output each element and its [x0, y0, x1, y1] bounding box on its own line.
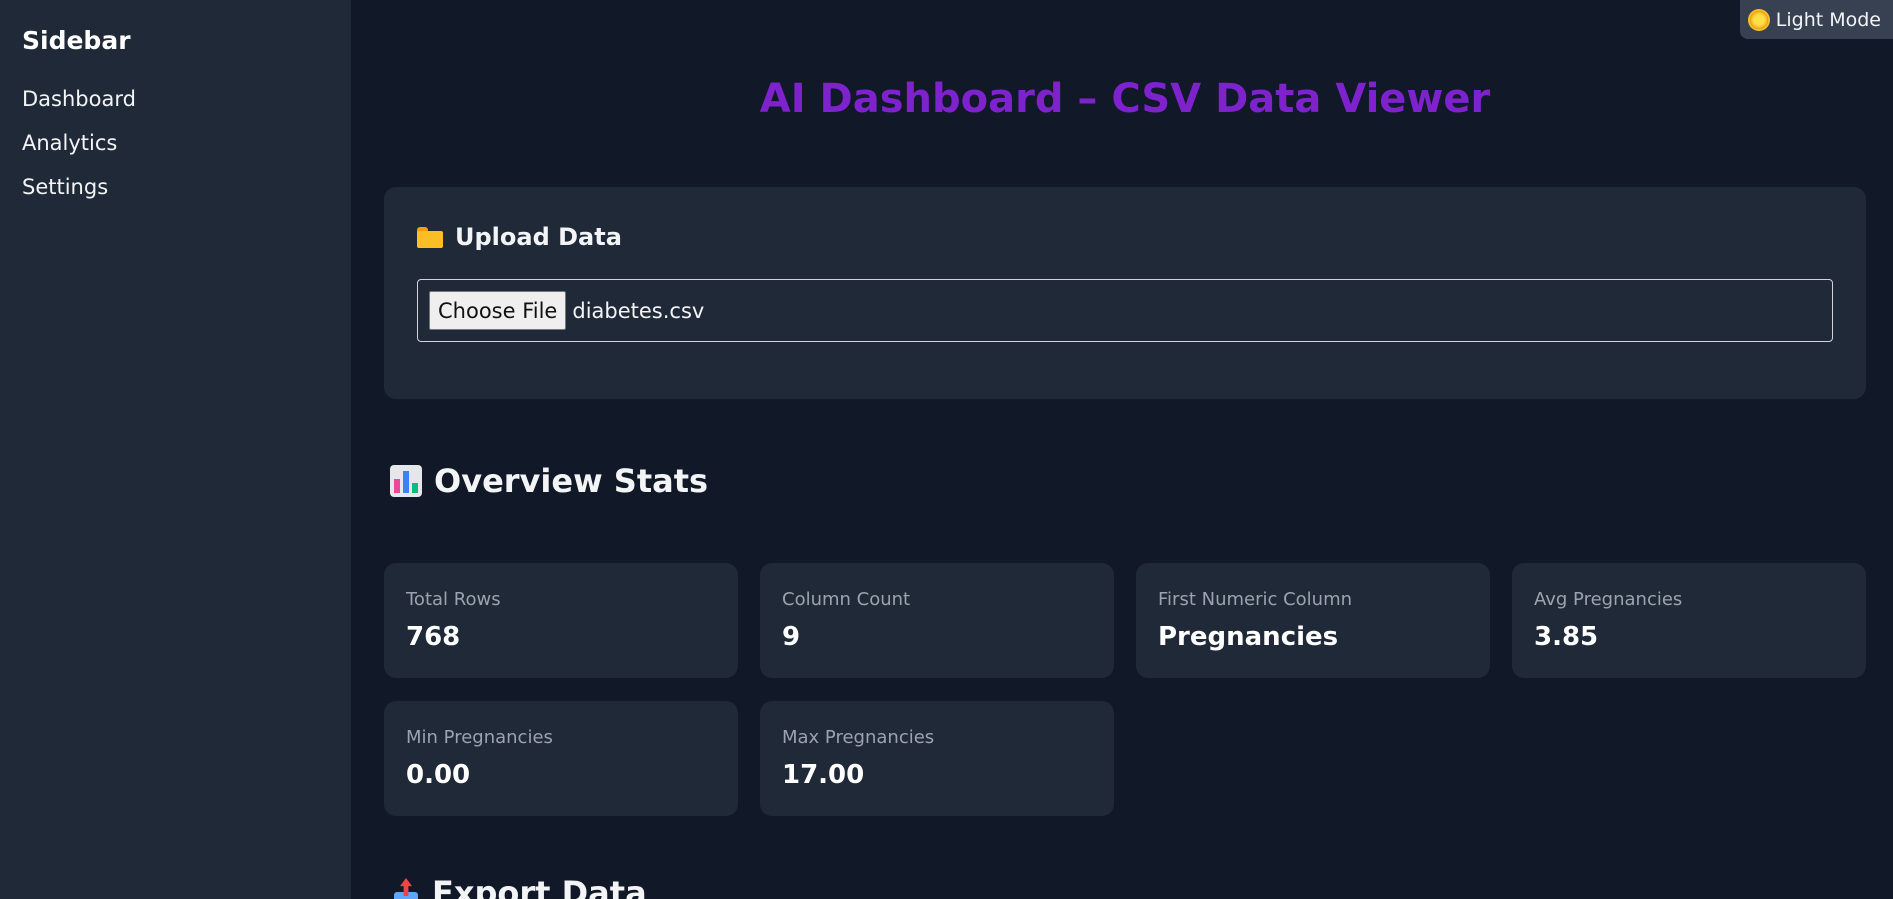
overview-heading: Overview Stats: [384, 461, 1866, 501]
theme-toggle-button[interactable]: Light Mode: [1739, 0, 1893, 39]
stat-label: Min Pregnancies: [406, 727, 553, 748]
page-title: AI Dashboard – CSV Data Viewer: [759, 76, 1491, 122]
stat-card-column-count: Column Count 9: [760, 563, 1114, 678]
bar-chart-icon: [390, 465, 422, 497]
sidebar-item-analytics[interactable]: Analytics: [22, 121, 329, 165]
choose-file-button[interactable]: Choose File: [429, 291, 567, 330]
stat-card-first-numeric-column: First Numeric Column Pregnancies: [1136, 563, 1490, 678]
main-content: Light Mode AI Dashboard – CSV Data Viewe…: [351, 0, 1893, 899]
sidebar-title: Sidebar: [22, 26, 131, 55]
sun-icon: [1749, 10, 1768, 29]
file-input[interactable]: Choose File diabetes.csv: [417, 279, 1833, 342]
app: Sidebar Dashboard Analytics Settings Lig…: [0, 0, 1893, 899]
outbox-tray-icon: [392, 878, 420, 899]
theme-toggle-label: Light Mode: [1775, 8, 1881, 31]
stat-value: 3.85: [1534, 622, 1599, 652]
sidebar-item-dashboard[interactable]: Dashboard: [22, 77, 329, 121]
stat-value: 17.00: [782, 760, 865, 790]
export-heading-text: Export Data: [432, 874, 647, 899]
stat-card-total-rows: Total Rows 768: [384, 563, 738, 678]
sidebar: Sidebar Dashboard Analytics Settings: [0, 0, 351, 899]
upload-heading: Upload Data: [417, 223, 1833, 251]
upload-heading-text: Upload Data: [455, 223, 622, 251]
overview-heading-text: Overview Stats: [434, 462, 709, 500]
stat-label: Max Pregnancies: [782, 727, 935, 748]
sidebar-item-settings[interactable]: Settings: [22, 165, 329, 209]
stat-label: Column Count: [782, 589, 911, 610]
export-heading: Export Data: [384, 874, 1866, 899]
stats-grid: Total Rows 768 Column Count 9 First Nume…: [384, 563, 1866, 816]
file-name: diabetes.csv: [572, 298, 705, 323]
stat-label: Total Rows: [406, 589, 501, 610]
stat-value: Pregnancies: [1158, 622, 1339, 652]
stat-card-max-pregnancies: Max Pregnancies 17.00: [760, 701, 1114, 816]
sidebar-nav: Dashboard Analytics Settings: [22, 77, 329, 209]
folder-icon: [417, 227, 443, 248]
stat-value: 9: [782, 622, 801, 652]
stat-value: 0.00: [406, 760, 471, 790]
upload-card: Upload Data Choose File diabetes.csv: [384, 187, 1866, 399]
stat-value: 768: [406, 622, 461, 652]
stat-card-min-pregnancies: Min Pregnancies 0.00: [384, 701, 738, 816]
stat-card-avg-pregnancies: Avg Pregnancies 3.85: [1512, 563, 1866, 678]
stat-label: First Numeric Column: [1158, 589, 1353, 610]
stat-label: Avg Pregnancies: [1534, 589, 1683, 610]
